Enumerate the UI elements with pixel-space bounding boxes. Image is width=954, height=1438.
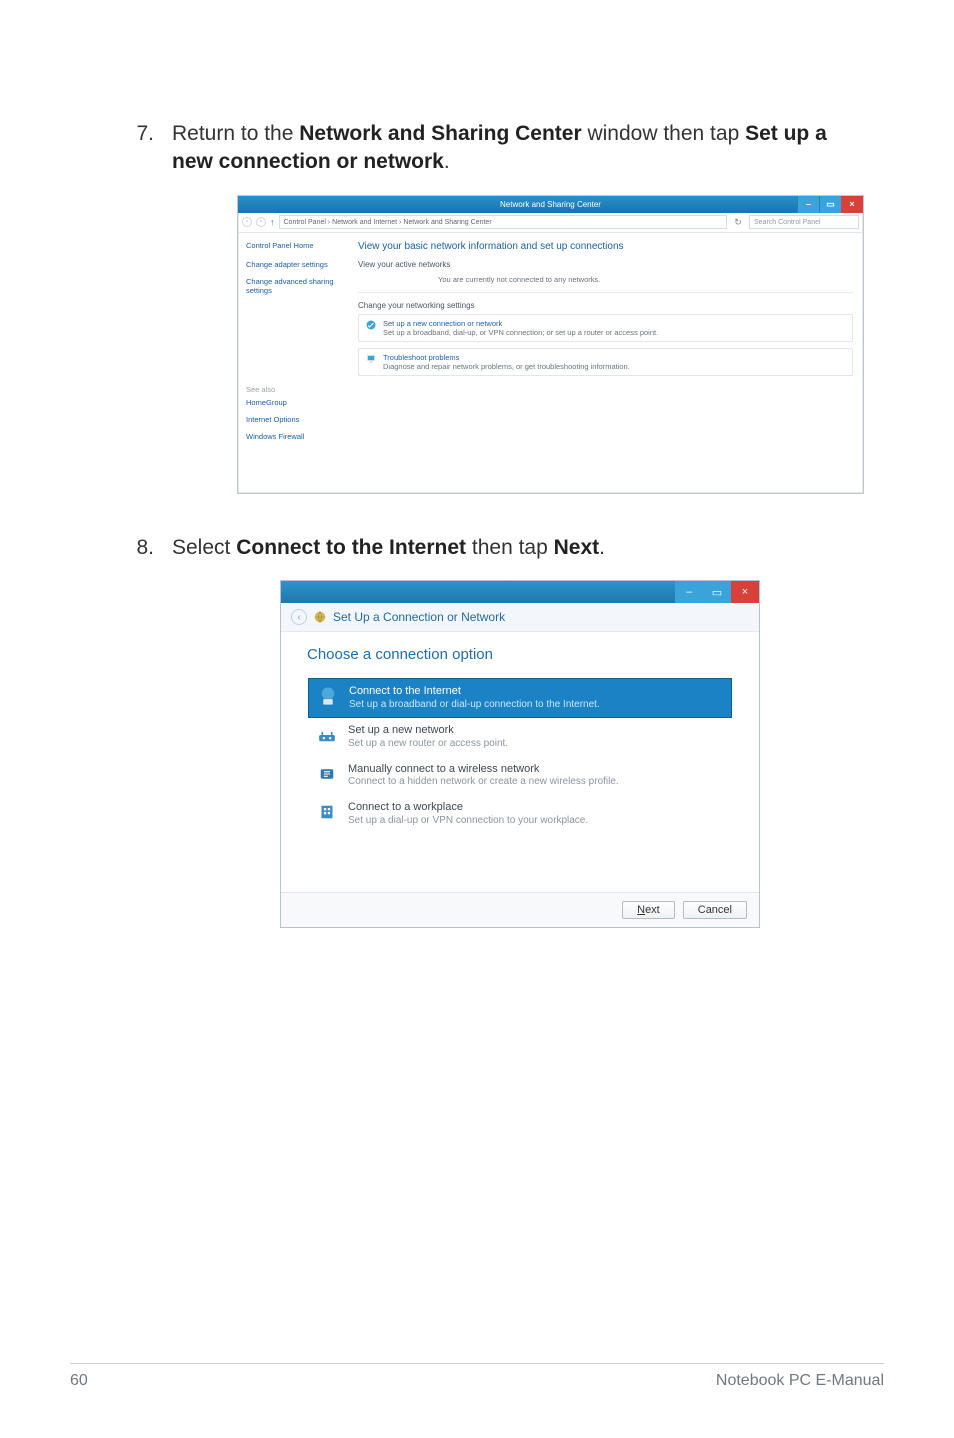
wiz-o1-title: Connect to the Internet [349,685,600,699]
wiz-o2-title: Set up a new network [348,724,508,738]
wiz-option-list: Connect to the Internet Set up a broadba… [307,677,733,834]
cp-active-msg-row: You are currently not connected to any n… [358,273,853,286]
wiz-option-workplace[interactable]: Connect to a workplace Set up a dial-up … [308,795,732,833]
cp-sidebar-adapter[interactable]: Change adapter settings [246,260,350,269]
wiz-cancel-button[interactable]: Cancel [683,901,747,919]
cp-titlebar: Network and Sharing Center – ▭ × [238,196,863,213]
wiz-o4-sub: Set up a dial-up or VPN connection to yo… [348,815,588,828]
wizard-globe-icon [313,610,327,624]
cp-window-title: Network and Sharing Center [500,200,601,209]
step-7: 7. Return to the Network and Sharing Cen… [110,120,844,177]
network-wizard-icon [365,319,377,331]
page-footer: 60 Notebook PC E-Manual [0,1363,954,1390]
cp-troubleshoot-sub: Diagnose and repair network problems, or… [383,362,630,371]
cp-search-input[interactable]: Search Control Panel [749,215,859,229]
globe-monitor-icon [317,685,339,707]
wiz-next-mnemonic: N [637,904,645,916]
cp-refresh-icon[interactable]: ↻ [731,217,745,228]
cp-forward-icon[interactable]: › [256,217,266,227]
cp-back-icon[interactable]: ‹ [242,217,252,227]
wiz-option-wireless[interactable]: Manually connect to a wireless network C… [308,757,732,795]
cp-sidebar-homegroup[interactable]: HomeGroup [246,398,350,407]
step7-b1: Network and Sharing Center [299,122,581,145]
step8-b2: Next [554,536,600,559]
wiz-header: ‹ Set Up a Connection or Network [281,603,759,632]
cp-setup-connection-link: Set up a new connection or network [383,319,658,328]
wiz-o2-sub: Set up a new router or access point. [348,738,508,751]
footer-title: Notebook PC E-Manual [716,1372,884,1390]
cp-sidebar-home[interactable]: Control Panel Home [246,241,350,250]
wiz-body: Choose a connection option Connect to th… [281,632,759,892]
network-sharing-center-window: Network and Sharing Center – ▭ × ‹ › ↑ C… [237,195,864,494]
cp-troubleshoot-row[interactable]: Troubleshoot problems Diagnose and repai… [358,348,853,376]
wiz-o3-text: Manually connect to a wireless network C… [348,763,619,789]
wiz-window-buttons: – ▭ × [675,581,759,603]
wiz-option-connect-internet[interactable]: Connect to the Internet Set up a broadba… [308,678,732,718]
wiz-close-button[interactable]: × [731,581,759,603]
building-icon [316,801,338,823]
cp-setup-connection-sub: Set up a broadband, dial-up, or VPN conn… [383,328,658,337]
wiz-o2-text: Set up a new network Set up a new router… [348,724,508,750]
wiz-back-icon[interactable]: ‹ [291,609,307,625]
wiz-titlebar: – ▭ × [281,581,759,603]
wiz-footer: Next Cancel [281,892,759,927]
wiz-minimize-button[interactable]: – [675,581,703,603]
troubleshoot-icon [365,353,377,365]
wireless-profile-icon [316,763,338,785]
cp-sidebar-also-title: See also [246,385,350,394]
step7-text: Return to the Network and Sharing Center… [172,120,844,177]
step8-number: 8. [110,534,172,562]
router-icon [316,724,338,746]
step8-text: Select Connect to the Internet then tap … [172,534,605,562]
cp-breadcrumb[interactable]: Control Panel › Network and Internet › N… [279,215,728,229]
wiz-o1-text: Connect to the Internet Set up a broadba… [349,685,600,711]
cp-body: Control Panel Home Change adapter settin… [238,233,863,493]
page-number: 60 [70,1372,88,1390]
step8-b1: Connect to the Internet [236,536,466,559]
wiz-o4-text: Connect to a workplace Set up a dial-up … [348,801,588,827]
footer-rule [70,1363,884,1364]
step7-t3: . [444,150,450,173]
cp-troubleshoot-text: Troubleshoot problems Diagnose and repai… [383,353,630,371]
cp-setup-connection-text: Set up a new connection or network Set u… [383,319,658,337]
cp-sidebar-sharing[interactable]: Change advanced sharing settings [246,277,350,295]
wiz-header-text: Set Up a Connection or Network [333,610,505,624]
cp-sidebar-firewall[interactable]: Windows Firewall [246,432,350,441]
wiz-o1-sub: Set up a broadband or dial-up connection… [349,699,600,712]
cp-window-buttons: – ▭ × [797,196,863,213]
cp-maximize-button[interactable]: ▭ [819,196,841,213]
cp-sidebar: Control Panel Home Change adapter settin… [238,233,358,493]
setup-connection-wizard: – ▭ × ‹ Set Up a Connection or Network C… [280,580,760,928]
cp-change-title: Change your networking settings [358,301,853,310]
wiz-next-rest: ext [645,904,660,916]
wiz-title: Choose a connection option [307,646,733,663]
cp-troubleshoot-link: Troubleshoot problems [383,353,630,362]
wiz-o3-title: Manually connect to a wireless network [348,763,619,777]
wiz-o3-sub: Connect to a hidden network or create a … [348,776,619,789]
wiz-o4-title: Connect to a workplace [348,801,588,815]
cp-main: View your basic network information and … [358,233,863,493]
cp-minimize-button[interactable]: – [797,196,819,213]
footer-row: 60 Notebook PC E-Manual [70,1372,884,1390]
cp-active-msg: You are currently not connected to any n… [438,275,600,284]
wiz-next-button[interactable]: Next [622,901,675,919]
cp-sidebar-internet-options[interactable]: Internet Options [246,415,350,424]
step8-t1: Select [172,536,236,559]
step8-t2: then tap [466,536,554,559]
cp-address-bar: ‹ › ↑ Control Panel › Network and Intern… [238,213,863,233]
cp-close-button[interactable]: × [841,196,863,213]
step7-number: 7. [110,120,172,148]
step-8: 8. Select Connect to the Internet then t… [110,534,844,562]
wiz-maximize-button[interactable]: ▭ [703,581,731,603]
cp-main-heading: View your basic network information and … [358,241,853,252]
step7-t1: Return to the [172,122,299,145]
cp-active-title: View your active networks [358,260,853,269]
cp-up-icon[interactable]: ↑ [270,217,275,227]
step8-t3: . [599,536,605,559]
wiz-option-new-network[interactable]: Set up a new network Set up a new router… [308,718,732,756]
cp-setup-connection-row[interactable]: Set up a new connection or network Set u… [358,314,853,342]
step7-t2: window then tap [582,122,745,145]
